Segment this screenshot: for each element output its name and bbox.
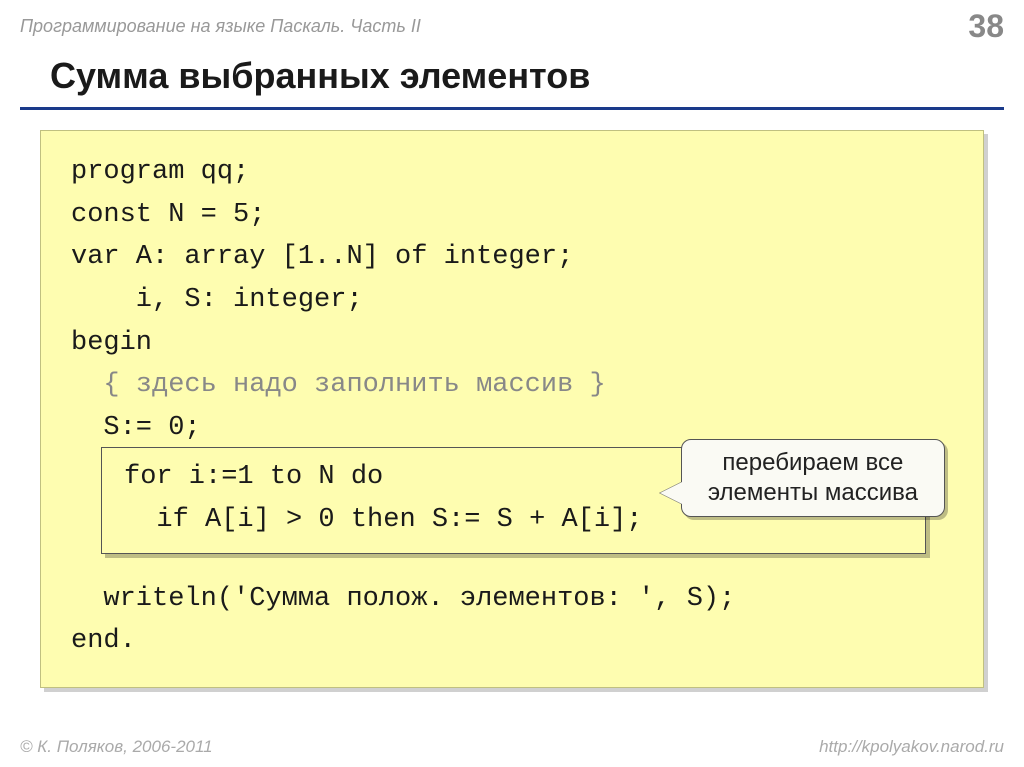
callout-text-line: элементы массива — [708, 478, 918, 508]
code-line: writeln('Сумма полож. элементов: ', S); — [71, 578, 953, 621]
code-line: const N = 5; — [71, 194, 953, 237]
code-line: i, S: integer; — [71, 279, 953, 322]
code-comment: { здесь надо заполнить массив } — [71, 364, 953, 407]
page-number: 38 — [968, 8, 1004, 45]
callout-pointer-icon — [660, 482, 682, 504]
copyright-text: © К. Поляков, 2006-2011 — [20, 737, 213, 757]
slide-title: Сумма выбранных элементов — [20, 49, 1004, 110]
breadcrumb: Программирование на языке Паскаль. Часть… — [20, 16, 421, 37]
code-line: var A: array [1..N] of integer; — [71, 236, 953, 279]
slide-header: Программирование на языке Паскаль. Часть… — [0, 0, 1024, 49]
footer-url: http://kpolyakov.narod.ru — [819, 737, 1004, 757]
code-block: program qq; const N = 5; var A: array [1… — [40, 130, 984, 688]
code-line: begin — [71, 322, 953, 365]
code-line: end. — [71, 620, 953, 663]
slide-footer: © К. Поляков, 2006-2011 http://kpolyakov… — [0, 737, 1024, 757]
callout-annotation: перебираем все элементы массива — [681, 439, 945, 517]
callout-text-line: перебираем все — [708, 448, 918, 478]
code-line: program qq; — [71, 151, 953, 194]
